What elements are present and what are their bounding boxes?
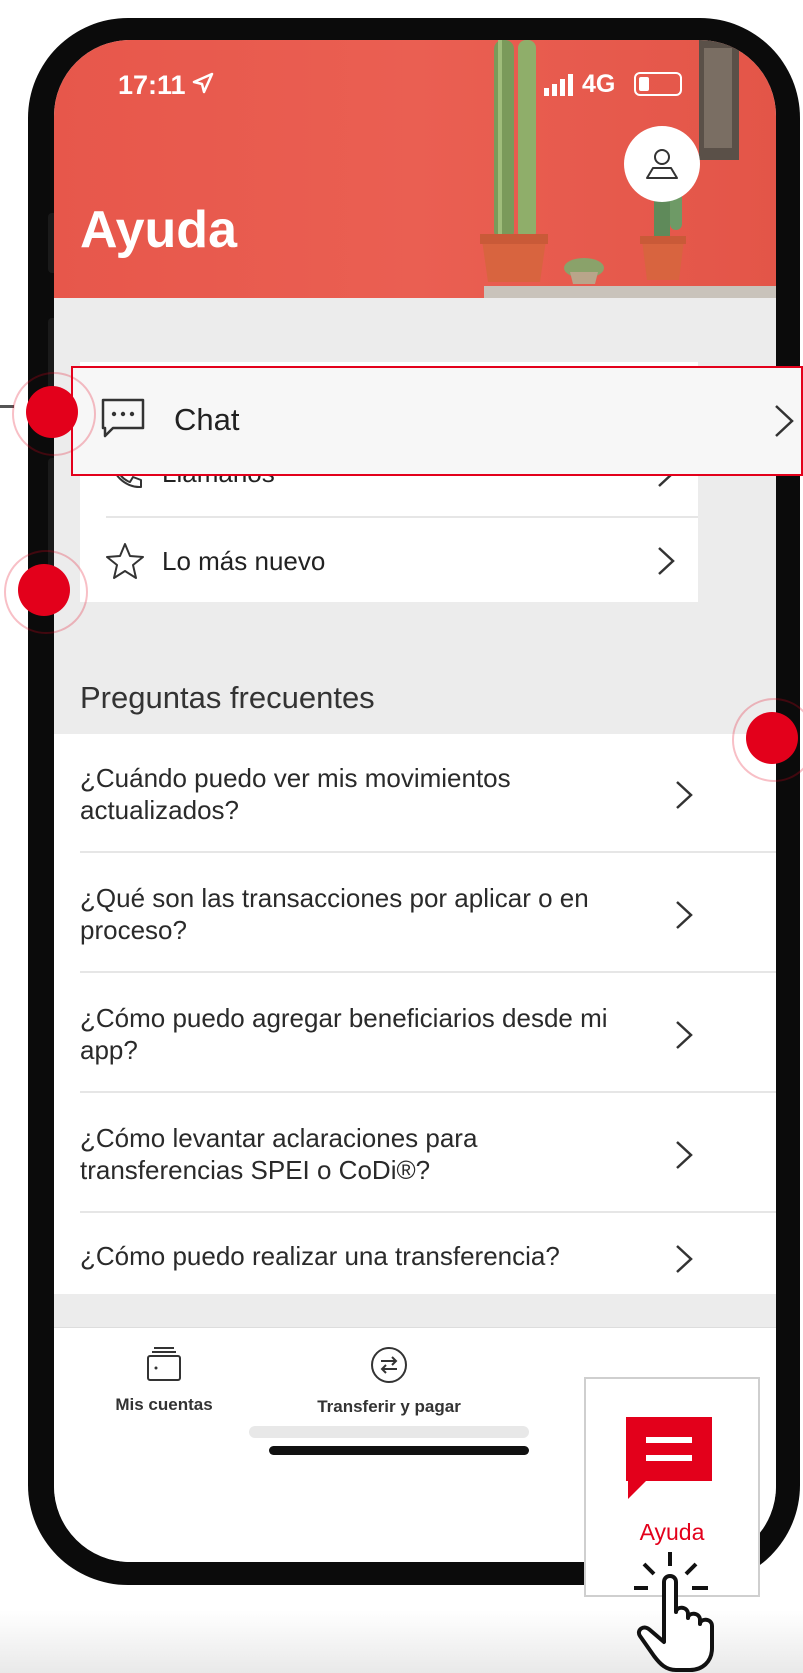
location-arrow-icon	[192, 72, 214, 94]
transfer-icon	[371, 1347, 407, 1383]
tab-transfer-pay[interactable]: Transferir y pagar	[304, 1346, 474, 1417]
faq-list: ¿Cuándo puedo ver mis movimientos actual…	[54, 734, 776, 1294]
chevron-right-icon	[676, 781, 693, 809]
divider	[80, 1211, 776, 1213]
chevron-right-icon	[658, 547, 675, 575]
chat-bubble-icon	[626, 1417, 712, 1499]
page-title: Ayuda	[80, 201, 237, 259]
shelf	[484, 286, 776, 298]
tap-indicator-dot	[18, 564, 70, 616]
faq-question: ¿Qué son las transacciones por aplicar o…	[80, 883, 589, 945]
contact-row-chat[interactable]: Chat	[71, 366, 803, 476]
tap-indicator-dot	[26, 386, 78, 438]
faq-question: ¿Cuándo puedo ver mis movimientos actual…	[80, 763, 511, 825]
app-screen: 17:11 4G Ayuda Llámanos	[54, 40, 776, 1562]
network-type: 4G	[582, 70, 616, 98]
status-time: 17:11	[118, 70, 186, 100]
divider	[80, 1091, 776, 1093]
faq-question: ¿Cómo puedo agregar beneficiarios desde …	[80, 1003, 608, 1065]
divider	[80, 971, 776, 973]
faq-item[interactable]: ¿Cuándo puedo ver mis movimientos actual…	[54, 734, 776, 854]
tab-my-accounts[interactable]: Mis cuentas	[104, 1346, 224, 1415]
chevron-right-icon	[775, 405, 794, 437]
contact-row-news[interactable]: Lo más nuevo	[80, 518, 698, 604]
faq-question: ¿Cómo puedo realizar una transferencia?	[80, 1241, 560, 1271]
tab-label: Transferir y pagar	[317, 1397, 461, 1416]
chat-icon	[101, 398, 145, 438]
faq-item[interactable]: ¿Cómo puedo agregar beneficiarios desde …	[54, 974, 776, 1094]
hand-pointer-icon	[634, 1552, 714, 1672]
tab-label: Mis cuentas	[115, 1395, 213, 1414]
tap-indicator-dot	[746, 712, 798, 764]
contact-label-news: Lo más nuevo	[162, 545, 326, 576]
divider	[80, 851, 776, 853]
faq-question: ¿Cómo levantar aclaraciones para transfe…	[80, 1123, 478, 1185]
contact-label-chat: Chat	[174, 402, 240, 437]
signal-icon	[544, 74, 573, 96]
star-icon	[106, 543, 144, 579]
user-icon	[646, 149, 678, 179]
tab-label: Ayuda	[639, 1519, 705, 1545]
home-indicator	[269, 1446, 529, 1455]
chevron-right-icon	[676, 1245, 693, 1273]
faq-item[interactable]: ¿Cómo levantar aclaraciones para transfe…	[54, 1094, 776, 1214]
faq-section-title: Preguntas frecuentes	[80, 680, 375, 715]
chevron-right-icon	[676, 901, 693, 929]
home-indicator-shadow	[249, 1426, 529, 1438]
wallet-icon	[147, 1347, 181, 1381]
chevron-right-icon	[676, 1021, 693, 1049]
battery-icon	[634, 72, 682, 96]
chevron-right-icon	[676, 1141, 693, 1169]
faq-item[interactable]: ¿Cómo puedo realizar una transferencia?	[54, 1214, 776, 1300]
faq-item[interactable]: ¿Qué son las transacciones por aplicar o…	[54, 854, 776, 974]
profile-button[interactable]	[624, 126, 700, 202]
header-banner: 17:11 4G Ayuda	[54, 40, 776, 298]
